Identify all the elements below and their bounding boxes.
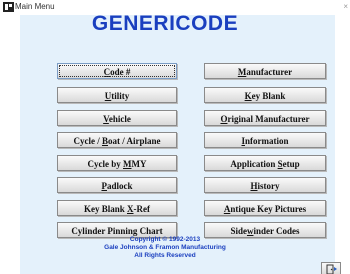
key-blank-xref-button[interactable]: Key Blank X-Ref (57, 200, 177, 216)
padlock-button[interactable]: Padlock (57, 177, 177, 193)
vehicle-button[interactable]: Vehicle (57, 110, 177, 126)
key-blank-button[interactable]: Key Blank (204, 87, 326, 103)
history-button[interactable]: History (204, 177, 326, 193)
information-button[interactable]: Information (204, 132, 326, 148)
application-setup-button[interactable]: Application Setup (204, 155, 326, 171)
app-title: GENERICODE (91, 12, 239, 35)
original-manufacturer-button[interactable]: Original Manufacturer (204, 110, 326, 126)
code-number-button[interactable]: Code # (57, 63, 177, 79)
copyright-notice: Copyright © 1992-2013 Gale Johnson & Fra… (0, 236, 330, 260)
antique-key-pictures-button[interactable]: Antique Key Pictures (204, 200, 326, 216)
cycle-boat-airplane-button[interactable]: Cycle / Boat / Airplane (57, 132, 177, 148)
utility-button[interactable]: Utility (57, 87, 177, 103)
main-menu-window: Main Menu × GENERICODE Code # Utility Ve… (0, 0, 350, 274)
copyright-line2: Gale Johnson & Framon Manufacturing (104, 244, 226, 251)
copyright-line1: Copyright © 1992-2013 (129, 236, 201, 243)
close-button[interactable]: × (343, 1, 348, 13)
exit-button[interactable] (321, 262, 341, 274)
copyright-line3: All Rights Reserved (134, 252, 196, 259)
exit-door-icon (326, 264, 337, 274)
app-icon (3, 2, 14, 12)
manufacturer-button[interactable]: Manufacturer (204, 63, 326, 79)
cycle-by-mmy-button[interactable]: Cycle by MMY (57, 155, 177, 171)
